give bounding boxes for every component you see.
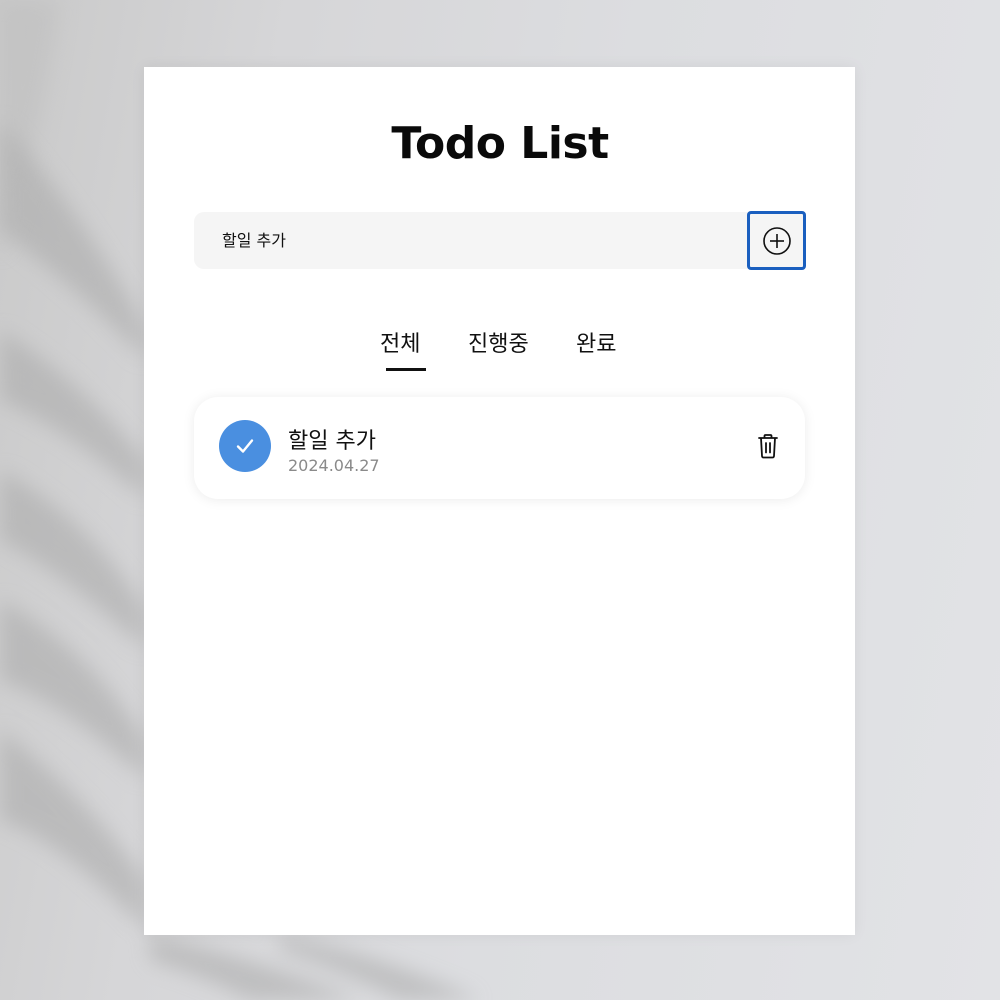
delete-button[interactable] [754,431,782,461]
tab-in-progress[interactable]: 진행중 [468,326,529,358]
plus-circle-icon [762,226,791,255]
todo-text: 할일 추가 [288,429,376,454]
tab-all[interactable]: 전체 [380,326,420,358]
tab-completed[interactable]: 완료 [576,326,616,358]
trash-icon [758,434,778,459]
todo-checkbox[interactable] [219,420,271,472]
active-tab-indicator [386,368,426,371]
filter-tabs: 전체 진행중 완료 [360,326,640,376]
add-button[interactable] [747,211,806,270]
check-icon [236,439,254,453]
page-title: Todo List [391,118,609,169]
todo-date: 2024.04.27 [288,456,380,475]
todo-card-container [144,67,855,935]
todo-input[interactable] [194,212,749,269]
add-todo-form [194,211,806,270]
todo-item: 할일 추가 2024.04.27 [194,397,805,499]
